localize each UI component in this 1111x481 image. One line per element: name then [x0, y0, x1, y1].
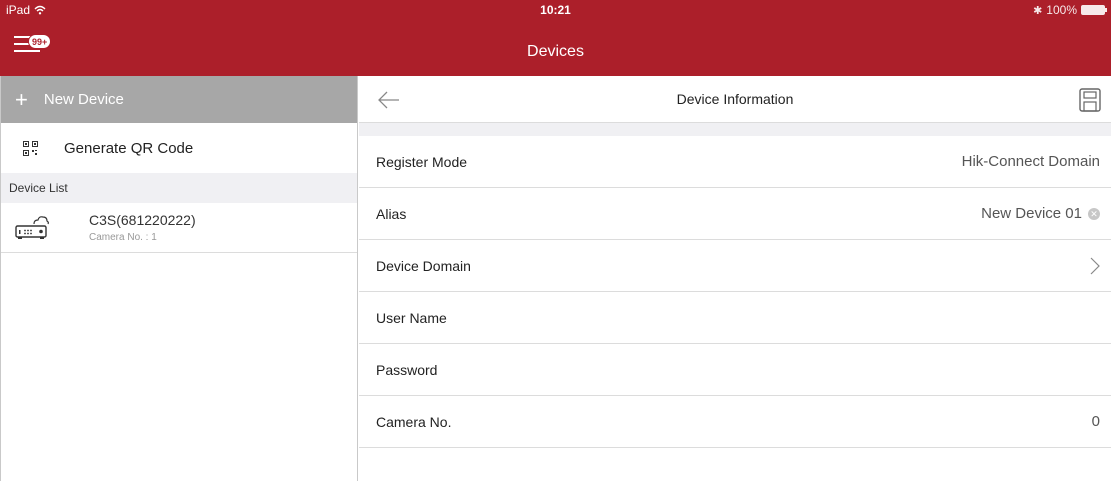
top-bar: iPad 10:21 ✱ 100% 99+ Devices — [0, 0, 1111, 76]
camera-no-label: Camera No. — [376, 413, 452, 430]
camera-no-row[interactable]: Camera No. 0 — [359, 396, 1111, 448]
alias-value-wrap: New Device 01 ✕ — [981, 205, 1100, 222]
camera-no-value[interactable]: 0 — [1092, 413, 1100, 430]
battery-percent: 100% — [1046, 3, 1077, 17]
left-panel: + New Device Generate QR Code Device Lis… — [0, 76, 358, 481]
clear-icon[interactable]: ✕ — [1088, 207, 1100, 220]
register-mode-value: Hik-Connect Domain — [961, 153, 1100, 170]
user-name-row[interactable]: User Name — [359, 292, 1111, 344]
chevron-right-icon — [1090, 257, 1100, 274]
device-text: C3S(681220222) Camera No. : 1 — [89, 212, 196, 243]
plus-icon: + — [15, 86, 28, 112]
register-mode-row[interactable]: Register Mode Hik-Connect Domain — [359, 136, 1111, 188]
device-list-item[interactable]: C3S(681220222) Camera No. : 1 — [1, 203, 357, 253]
status-right: ✱ 100% — [1033, 3, 1107, 17]
device-list-header: Device List — [1, 173, 357, 203]
password-row[interactable]: Password — [359, 344, 1111, 396]
page-title: Devices — [527, 43, 584, 60]
alias-label: Alias — [376, 205, 407, 222]
alias-field[interactable]: New Device 01 — [981, 205, 1082, 222]
qr-code-icon — [23, 140, 38, 156]
device-domain-label: Device Domain — [376, 257, 471, 274]
dvr-cloud-icon — [15, 215, 49, 239]
bluetooth-icon: ✱ — [1033, 4, 1043, 17]
device-domain-row[interactable]: Device Domain — [359, 240, 1111, 292]
register-mode-label: Register Mode — [376, 153, 468, 170]
detail-title: Device Information — [676, 91, 794, 107]
user-name-label: User Name — [376, 309, 447, 326]
section-gap — [359, 123, 1111, 136]
detail-header: Device Information — [359, 76, 1111, 123]
password-label: Password — [376, 361, 438, 378]
generate-qr-code-label: Generate QR Code — [64, 139, 194, 157]
new-device-label: New Device — [43, 91, 124, 108]
new-device-button[interactable]: + New Device — [1, 76, 357, 123]
battery-icon — [1081, 5, 1107, 15]
generate-qr-code-item[interactable]: Generate QR Code — [1, 123, 357, 173]
detail-panel: Device Information Register Mode Hik-Con… — [359, 76, 1111, 481]
save-icon[interactable] — [1079, 88, 1101, 112]
alias-row[interactable]: Alias New Device 01 ✕ — [359, 188, 1111, 240]
device-camera-count: Camera No. : 1 — [89, 232, 157, 243]
device-name: C3S(681220222) — [89, 212, 196, 228]
status-time: 10:21 — [540, 3, 571, 17]
